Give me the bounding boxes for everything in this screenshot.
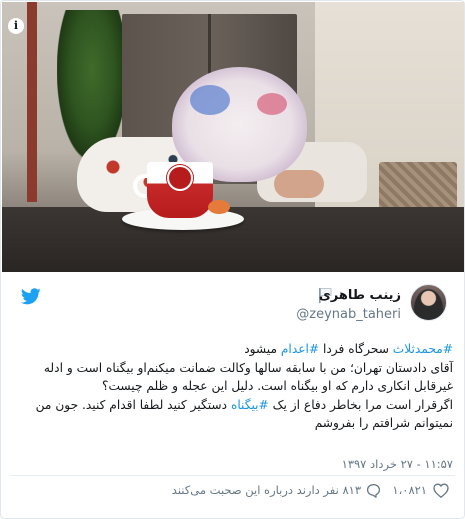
heart-icon[interactable] bbox=[433, 483, 449, 498]
divider bbox=[10, 475, 455, 476]
like-count[interactable]: ۱،۰۸۲۱ bbox=[392, 483, 427, 497]
avatar[interactable] bbox=[410, 284, 447, 321]
tweet-line: نمیتوانم شرافتم را بفروشم bbox=[314, 416, 453, 431]
tweet-fragment: اگرقرار است مرا بخاطر دفاع از یک bbox=[268, 397, 453, 412]
info-icon[interactable]: i bbox=[8, 18, 24, 34]
tweet-line: غیرقابل انکاری دارم که او بیگناه است. دل… bbox=[101, 379, 453, 394]
tweet-fragment: دستگیر کنید لطفا اقدام کنید. جون من bbox=[35, 397, 231, 412]
tweet-line: آقای دادستان تهران؛ من با سابقه سالها وک… bbox=[43, 360, 453, 375]
tweet-line: #محمدثلاث سحرگاه فردا #اعدام میشود bbox=[12, 340, 453, 359]
tweet-timestamp[interactable]: ۱۱:۵۷ - ۲۷ خرداد ۱۳۹۷ bbox=[342, 457, 453, 471]
hashtag-link[interactable]: #اعدام bbox=[281, 342, 319, 356]
conversation-count[interactable]: ۸۱۳ نفر دارند درباره این صحبت می‌کنند bbox=[172, 483, 361, 497]
hashtag-link[interactable]: #بیگناه bbox=[231, 398, 269, 412]
photo-sweet bbox=[208, 200, 230, 214]
tweet-line: اگرقرار است مرا بخاطر دفاع از یک #بیگناه… bbox=[12, 396, 453, 415]
author-handle[interactable]: @zeynab_taheri bbox=[296, 307, 401, 322]
tweet-text: #محمدثلاث سحرگاه فردا #اعدام میشود آقای … bbox=[12, 340, 453, 433]
photo-cup-logo bbox=[167, 165, 193, 191]
author-display-name[interactable]: زینب طاهری bbox=[319, 288, 401, 303]
photo-hand bbox=[274, 170, 324, 198]
hashtag-link[interactable]: #محمدثلاث bbox=[393, 342, 453, 356]
tweet-fragment: میشود bbox=[244, 342, 281, 356]
tweet-fragment: سحرگاه فردا bbox=[319, 342, 393, 356]
tweet-card: i زینب طاهری @zeynab_taheri #محمدثلاث سح… bbox=[0, 0, 465, 519]
tweet-photo[interactable]: i bbox=[2, 2, 464, 272]
twitter-bird-icon[interactable] bbox=[21, 288, 41, 305]
reply-bubble-icon[interactable] bbox=[366, 483, 381, 498]
photo-pole bbox=[27, 2, 37, 202]
